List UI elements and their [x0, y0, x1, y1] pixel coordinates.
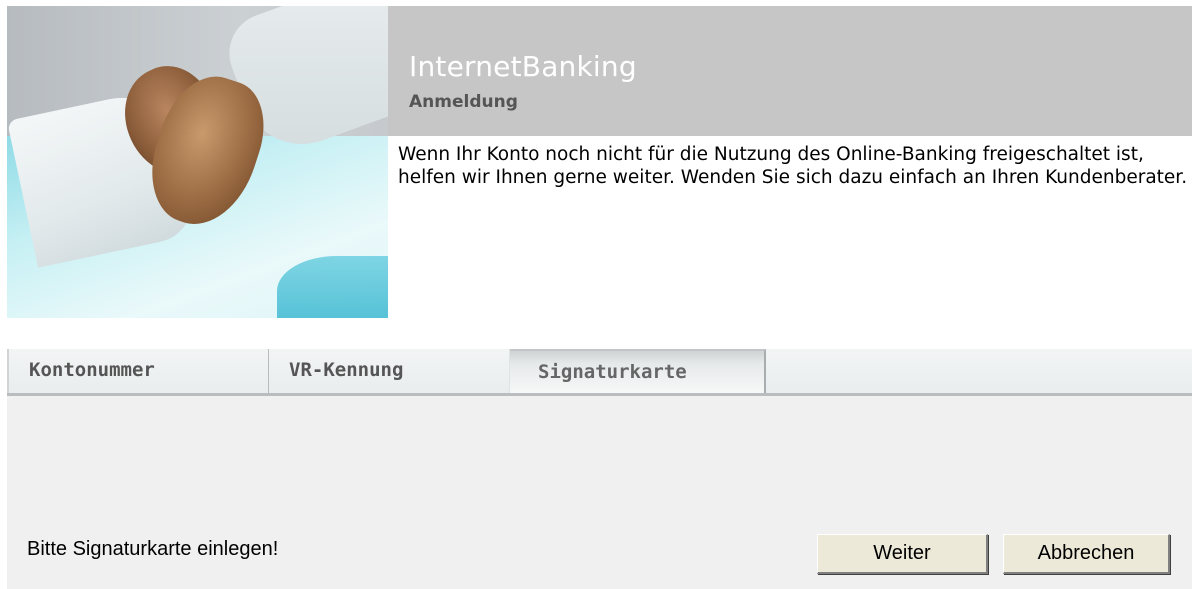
intro-text: Wenn Ihr Konto noch nicht für die Nutzun… [398, 144, 1188, 188]
tab-kontonummer[interactable]: Kontonummer [7, 349, 269, 393]
weiter-button[interactable]: Weiter [817, 534, 988, 574]
login-page: InternetBanking Anmeldung Wenn Ihr Konto… [0, 0, 1192, 589]
tab-signaturkarte[interactable]: Signaturkarte [510, 349, 766, 393]
app-title: InternetBanking [409, 50, 637, 83]
status-message: Bitte Signaturkarte einlegen! [27, 538, 279, 560]
login-method-tabs: Kontonummer VR-Kennung Signaturkarte [7, 349, 1192, 396]
signaturkarte-panel: Bitte Signaturkarte einlegen! Weiter Abb… [7, 396, 1192, 589]
abbrechen-button[interactable]: Abbrechen [1003, 534, 1170, 574]
tab-vr-kennung[interactable]: VR-Kennung [270, 349, 510, 393]
header-band: InternetBanking Anmeldung [388, 6, 1192, 136]
page-subtitle: Anmeldung [409, 92, 518, 112]
handshake-image [7, 6, 388, 318]
